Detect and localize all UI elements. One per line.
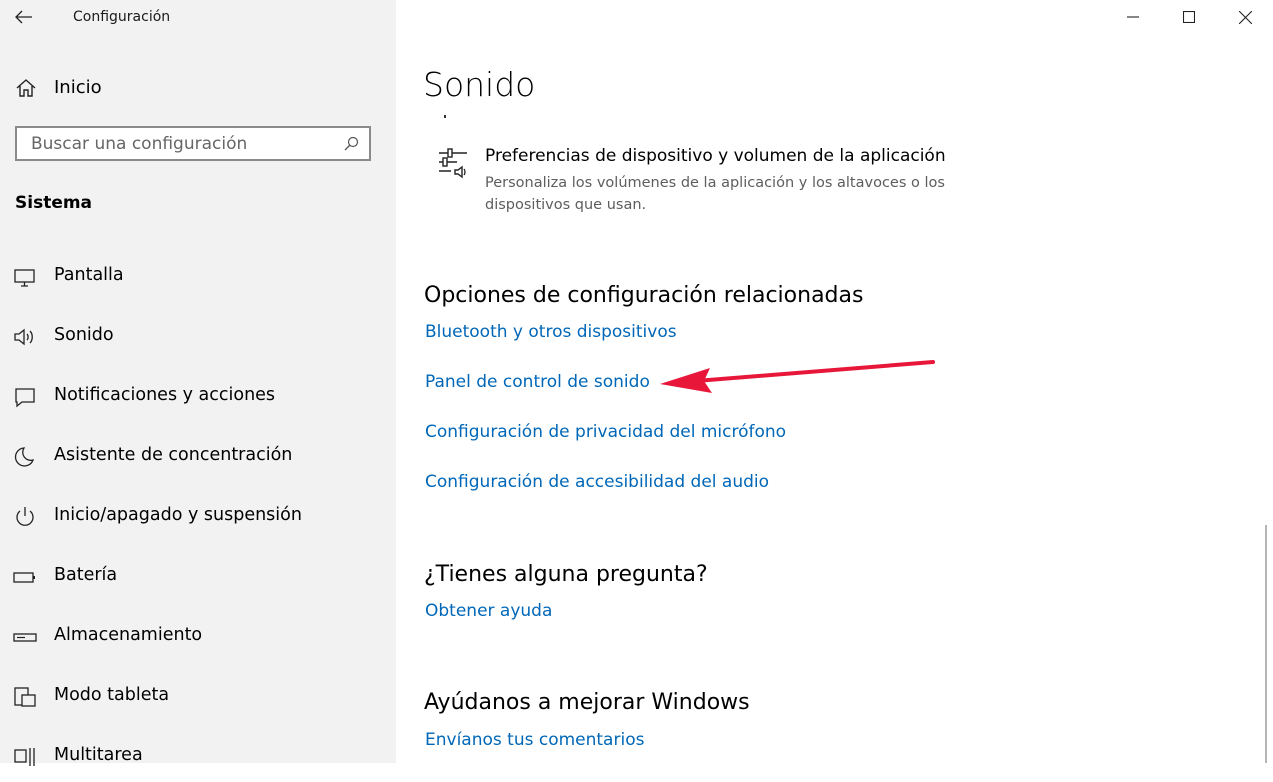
sidebar-item-bateria[interactable]: Batería [0, 552, 396, 602]
search-box[interactable] [15, 126, 371, 161]
link-sound-control-panel[interactable]: Panel de control de sonido [425, 372, 650, 392]
monitor-icon [14, 269, 35, 287]
sidebar-item-sonido[interactable]: Sonido [0, 312, 396, 362]
close-button[interactable] [1217, 0, 1273, 34]
sidebar-item-label: Sonido [54, 325, 114, 345]
link-bluetooth[interactable]: Bluetooth y otros dispositivos [425, 322, 677, 342]
sidebar-item-label: Almacenamiento [54, 625, 203, 645]
annotation-arrow [660, 360, 935, 393]
minimize-icon [1127, 16, 1139, 18]
sidebar-item-notificaciones[interactable]: Notificaciones y acciones [0, 372, 396, 422]
multitask-icon [14, 748, 35, 766]
device-preferences-item[interactable]: Preferencias de dispositivo y volumen de… [436, 144, 956, 216]
device-preferences-title: Preferencias de dispositivo y volumen de… [485, 146, 946, 166]
sidebar-item-home[interactable]: Inicio [0, 68, 396, 108]
maximize-icon [1183, 11, 1195, 23]
sidebar-item-inicio-apagado[interactable]: Inicio/apagado y suspensión [0, 492, 396, 542]
sidebar-item-multitarea[interactable]: Multitarea [0, 732, 396, 782]
feedback-heading: Ayúdanos a mejorar Windows [424, 690, 750, 715]
sidebar-item-label: Multitarea [54, 745, 143, 765]
sliders-speaker-icon [439, 148, 467, 179]
sidebar-item-label: Asistente de concentración [54, 445, 293, 465]
storage-icon [13, 633, 37, 642]
battery-icon [13, 572, 35, 583]
main-content: Sonido Preferencias de dispositivo y vol… [396, 0, 1273, 763]
sidebar-item-label: Inicio/apagado y suspensión [54, 505, 302, 525]
sidebar-item-pantalla[interactable]: Pantalla [0, 252, 396, 302]
search-input[interactable] [17, 128, 351, 159]
app-title: Configuración [73, 9, 171, 25]
page-title: Sonido [423, 65, 536, 104]
section-title: Sistema [15, 193, 93, 213]
question-heading: ¿Tienes alguna pregunta? [424, 562, 708, 587]
sidebar-item-modo-tableta[interactable]: Modo tableta [0, 672, 396, 722]
scroll-cut-marker [444, 115, 446, 118]
link-audio-accessibility[interactable]: Configuración de accesibilidad del audio [425, 472, 769, 492]
minimize-button[interactable] [1105, 0, 1161, 34]
link-microphone-privacy[interactable]: Configuración de privacidad del micrófon… [425, 422, 786, 442]
tablet-icon [14, 687, 36, 707]
device-preferences-description: Personaliza los volúmenes de la aplicaci… [485, 175, 945, 213]
sidebar-item-label: Notificaciones y acciones [54, 385, 276, 405]
search-icon[interactable] [343, 136, 359, 152]
back-button[interactable] [0, 0, 48, 34]
sidebar: Configuración Inicio Sistema Pantalla So… [0, 0, 396, 766]
sidebar-item-label: Batería [54, 565, 118, 585]
moon-icon [14, 447, 35, 467]
power-icon [16, 507, 34, 526]
link-send-feedback[interactable]: Envíanos tus comentarios [425, 730, 644, 750]
back-arrow-icon [15, 10, 32, 24]
message-icon [15, 388, 35, 408]
maximize-button[interactable] [1161, 0, 1217, 34]
sidebar-item-label: Modo tableta [54, 685, 170, 705]
sidebar-item-asistente[interactable]: Asistente de concentración [0, 432, 396, 482]
speaker-icon [14, 328, 33, 346]
close-icon [1238, 10, 1252, 24]
related-settings-heading: Opciones de configuración relacionadas [424, 283, 864, 308]
sidebar-item-label: Inicio [54, 77, 102, 98]
home-icon [16, 79, 36, 97]
sidebar-item-label: Pantalla [54, 265, 124, 285]
link-get-help[interactable]: Obtener ayuda [425, 601, 552, 621]
scrollbar[interactable] [1265, 525, 1267, 763]
sidebar-item-almacenamiento[interactable]: Almacenamiento [0, 612, 396, 662]
